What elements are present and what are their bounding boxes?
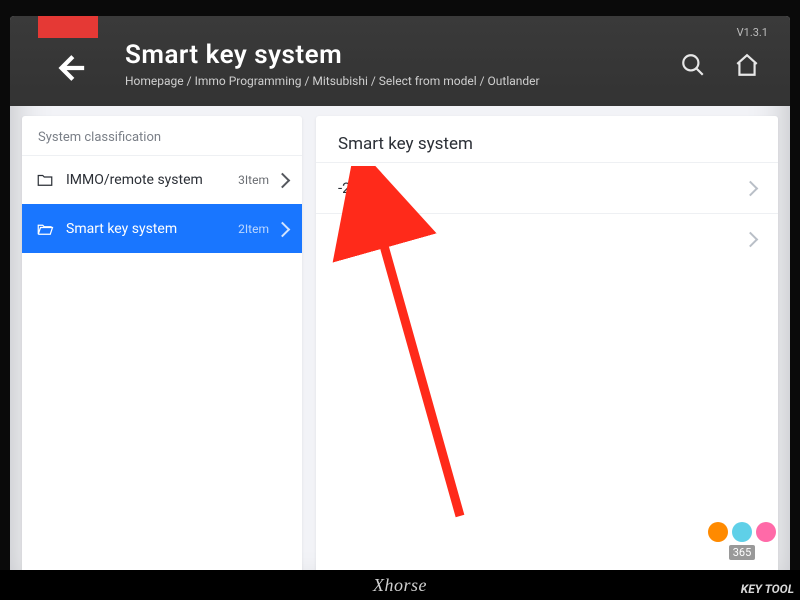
chevron-right-icon <box>275 221 291 237</box>
brand-accent <box>38 16 98 38</box>
chevron-right-icon <box>743 231 759 247</box>
watermark-logo: 365 <box>708 522 776 560</box>
sidebar-item-count: 2Item <box>238 222 269 236</box>
logo-dot-icon <box>708 522 728 542</box>
logo-dot-icon <box>756 522 776 542</box>
watermark-url: www.obdii365.com <box>543 519 670 534</box>
arrow-left-icon <box>53 51 87 85</box>
sidebar-item-label: Smart key system <box>66 221 177 237</box>
folder-icon <box>36 171 54 189</box>
sidebar-item-label: IMMO/remote system <box>66 172 203 188</box>
search-icon[interactable] <box>680 52 706 78</box>
home-icon[interactable] <box>734 52 760 78</box>
year-option-2014[interactable]: 2014- <box>316 213 778 264</box>
row-label: 2014- <box>338 230 376 248</box>
sidebar-item-smart-key[interactable]: Smart key system 2Item <box>22 204 302 253</box>
logo-text: 365 <box>729 545 756 560</box>
version-label: V1.3.1 <box>737 26 768 39</box>
folder-open-icon <box>36 220 54 238</box>
back-button[interactable] <box>50 48 90 88</box>
device-screen: Smart key system Homepage / Immo Program… <box>10 16 790 594</box>
device-brand: Xhorse <box>373 575 427 596</box>
device-model: KEY TOOL <box>741 582 794 596</box>
device-bezel: Xhorse KEY TOOL <box>0 570 800 600</box>
chevron-right-icon <box>275 172 291 188</box>
main-title: Smart key system <box>316 116 778 162</box>
sidebar-title: System classification <box>22 116 302 155</box>
sidebar: System classification IMMO/remote system… <box>22 116 302 582</box>
logo-dot-icon <box>732 522 752 542</box>
main-panel: Smart key system -2013 2014- <box>316 116 778 582</box>
chevron-right-icon <box>743 180 759 196</box>
sidebar-item-immo-remote[interactable]: IMMO/remote system 3Item <box>22 155 302 204</box>
year-option-2013[interactable]: -2013 <box>316 162 778 213</box>
breadcrumb: Homepage / Immo Programming / Mitsubishi… <box>125 74 540 88</box>
header-actions <box>680 52 760 78</box>
page-title: Smart key system <box>125 40 342 70</box>
sidebar-item-count: 3Item <box>238 173 269 187</box>
content-area: System classification IMMO/remote system… <box>22 116 778 582</box>
row-label: -2013 <box>338 179 376 197</box>
app-header: Smart key system Homepage / Immo Program… <box>10 16 790 106</box>
